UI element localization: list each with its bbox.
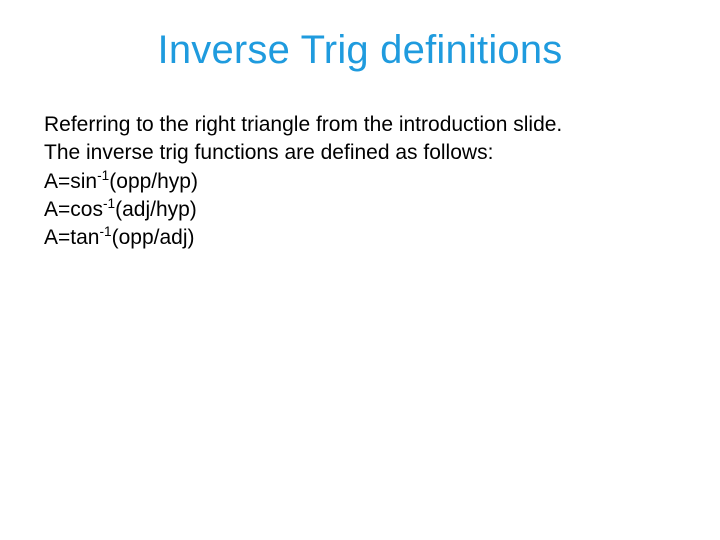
eq-tan-sup: -1	[99, 224, 111, 239]
eq-cos-lhs: A=cos	[44, 198, 103, 221]
body-line-1: Referring to the right triangle from the…	[44, 112, 676, 138]
eq-cos-rhs: (adj/hyp)	[115, 198, 197, 221]
equation-sin: A=sin-1(opp/hyp)	[44, 169, 676, 195]
slide-body: Referring to the right triangle from the…	[44, 112, 676, 253]
eq-tan-lhs: A=tan	[44, 226, 99, 249]
eq-tan-rhs: (opp/adj)	[112, 226, 195, 249]
eq-sin-rhs: (opp/hyp)	[109, 170, 198, 193]
eq-cos-sup: -1	[103, 196, 115, 211]
eq-sin-sup: -1	[97, 168, 109, 183]
equation-tan: A=tan-1(opp/adj)	[44, 225, 676, 251]
equation-cos: A=cos-1(adj/hyp)	[44, 197, 676, 223]
body-line-2: The inverse trig functions are defined a…	[44, 140, 676, 166]
slide: Inverse Trig definitions Referring to th…	[0, 0, 720, 540]
eq-sin-lhs: A=sin	[44, 170, 97, 193]
slide-title: Inverse Trig definitions	[0, 28, 720, 73]
